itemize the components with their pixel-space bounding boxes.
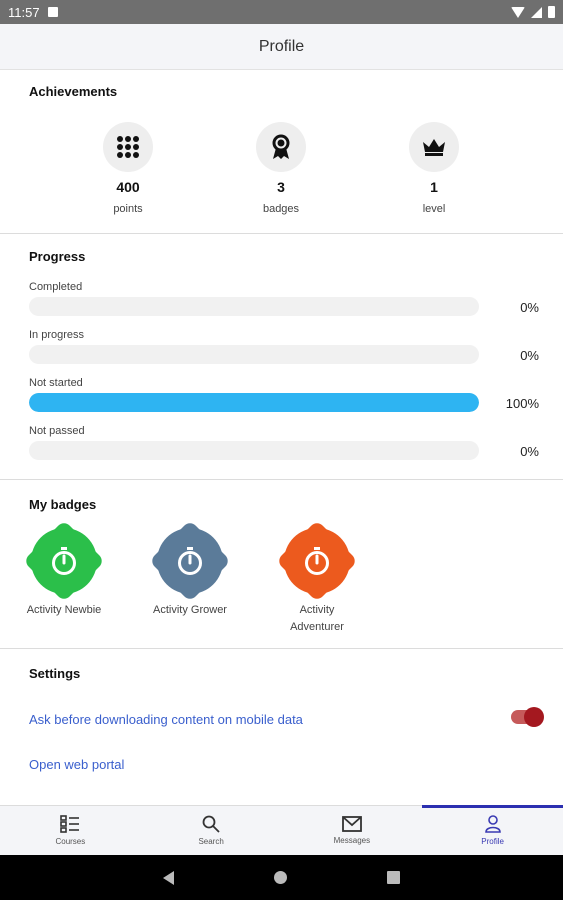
badge-activity-adventurer[interactable]: Activity Adventurer bbox=[262, 528, 372, 636]
progress-row-not-started: Not started 100% bbox=[29, 377, 539, 412]
settings-title: Settings bbox=[29, 666, 81, 681]
badge-shape bbox=[31, 528, 97, 594]
badge-label: Activity Newbie bbox=[26, 604, 102, 616]
badges-section: My badges Activity Newbie Activity Growe… bbox=[0, 480, 563, 649]
status-time: 11:57 bbox=[8, 4, 40, 20]
notification-icon bbox=[47, 7, 58, 17]
progress-bar bbox=[29, 441, 479, 460]
achievement-badges: 3 badges bbox=[241, 122, 321, 215]
recent-apps-icon[interactable] bbox=[387, 871, 400, 884]
back-icon[interactable] bbox=[163, 870, 174, 885]
nav-courses[interactable]: Courses bbox=[0, 806, 141, 855]
badge-label: Activity Adventurer bbox=[290, 604, 344, 633]
progress-row-completed: Completed 0% bbox=[29, 281, 539, 316]
badges-value: 3 bbox=[277, 179, 285, 195]
battery-icon bbox=[548, 6, 555, 18]
progress-percent: 0% bbox=[520, 444, 539, 459]
achievements-title: Achievements bbox=[29, 84, 118, 99]
stopwatch-icon bbox=[305, 547, 329, 575]
home-icon[interactable] bbox=[274, 871, 287, 884]
settings-section: Settings Ask before downloading content … bbox=[0, 649, 563, 805]
progress-title: Progress bbox=[29, 249, 86, 264]
nav-profile[interactable]: Profile bbox=[422, 805, 563, 855]
stopwatch-icon bbox=[178, 547, 202, 575]
mobile-data-toggle[interactable] bbox=[511, 707, 544, 727]
open-web-portal-link[interactable]: Open web portal bbox=[29, 757, 124, 772]
progress-fill bbox=[29, 393, 479, 412]
badge-label: Activity Grower bbox=[153, 604, 227, 616]
status-icons bbox=[511, 6, 555, 18]
progress-percent: 0% bbox=[520, 300, 539, 315]
level-label: level bbox=[422, 203, 446, 215]
badge-shape bbox=[157, 528, 223, 594]
achievement-level: 1 level bbox=[394, 122, 474, 215]
progress-row-not-passed: Not passed 0% bbox=[29, 425, 539, 460]
mobile-data-setting-label[interactable]: Ask before downloading content on mobile… bbox=[29, 712, 303, 727]
progress-percent: 0% bbox=[520, 348, 539, 363]
badges-title: My badges bbox=[29, 497, 97, 512]
progress-bar bbox=[29, 393, 479, 412]
stopwatch-icon bbox=[52, 547, 76, 575]
badge-activity-grower[interactable]: Activity Grower bbox=[135, 528, 245, 619]
progress-label: In progress bbox=[29, 329, 85, 341]
progress-row-in-progress: In progress 0% bbox=[29, 329, 539, 364]
wifi-icon bbox=[511, 6, 525, 18]
nav-messages[interactable]: Messages bbox=[282, 806, 423, 855]
envelope-icon bbox=[341, 816, 362, 832]
app-bar: Profile bbox=[0, 24, 563, 70]
progress-section: Progress Completed 0% In progress 0% Not… bbox=[0, 234, 563, 480]
progress-bar bbox=[29, 345, 479, 364]
nav-search-label: Search bbox=[198, 837, 224, 846]
badge-shape bbox=[284, 528, 350, 594]
nav-profile-label: Profile bbox=[481, 837, 504, 846]
award-ribbon-icon bbox=[256, 122, 306, 172]
search-icon bbox=[202, 815, 220, 833]
progress-label: Not started bbox=[29, 377, 83, 389]
points-label: points bbox=[113, 203, 143, 215]
status-bar: 11:57 bbox=[0, 0, 563, 24]
nav-search[interactable]: Search bbox=[141, 806, 282, 855]
progress-label: Not passed bbox=[29, 425, 85, 437]
bottom-nav: Courses Search Messages Profile bbox=[0, 805, 563, 855]
page-title: Profile bbox=[258, 37, 305, 55]
nav-courses-label: Courses bbox=[55, 837, 86, 846]
nav-messages-label: Messages bbox=[333, 836, 371, 845]
progress-bar bbox=[29, 297, 479, 316]
progress-label: Completed bbox=[29, 281, 83, 293]
system-nav-bar bbox=[0, 855, 563, 900]
grid-icon bbox=[103, 122, 153, 172]
person-icon bbox=[484, 815, 501, 833]
achievement-points: 400 points bbox=[88, 122, 168, 215]
badges-label: badges bbox=[262, 203, 300, 215]
badge-activity-newbie[interactable]: Activity Newbie bbox=[9, 528, 119, 619]
toggle-knob bbox=[524, 707, 544, 727]
achievements-section: Achievements 400 points 3 badges 1 level bbox=[0, 70, 563, 234]
progress-percent: 100% bbox=[505, 396, 539, 411]
courses-icon bbox=[60, 815, 80, 833]
points-value: 400 bbox=[116, 179, 140, 195]
crown-icon bbox=[409, 122, 459, 172]
level-value: 1 bbox=[430, 179, 438, 195]
signal-icon bbox=[531, 6, 542, 18]
